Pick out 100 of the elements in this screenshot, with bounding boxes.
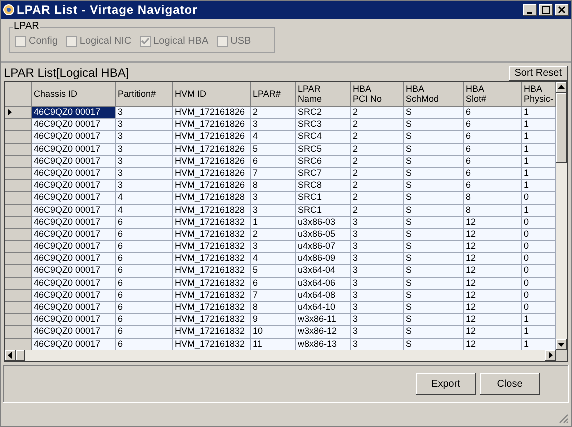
table-cell: 3 (351, 290, 404, 302)
table-cell: 3 (351, 326, 404, 339)
scroll-left-button[interactable] (5, 350, 16, 361)
scroll-thumb[interactable] (16, 350, 25, 361)
table-cell: SRC1 (296, 204, 351, 217)
minimize-icon[interactable] (523, 4, 537, 16)
table-cell: 0 (522, 192, 556, 204)
table-cell: 2 (351, 192, 404, 204)
resize-grip-icon (559, 414, 569, 424)
horizontal-scrollbar[interactable] (5, 350, 556, 361)
table-cell: SRC5 (296, 144, 351, 156)
table-cell: HVM_172161832 (173, 290, 251, 302)
check-icon (140, 37, 150, 46)
table-cell: 3 (116, 119, 173, 132)
table-cell: 4 (116, 192, 173, 204)
table-cell: 46C9QZ0 00017 (32, 302, 116, 314)
table-cell: 46C9QZ0 00017 (32, 278, 116, 290)
table-cell: 0 (522, 241, 556, 254)
table-cell: 46C9QZ0 00017 (32, 180, 116, 192)
table-cell: HVM_172161832 (173, 278, 251, 290)
table-cell: HVM_172161832 (173, 326, 251, 339)
table-cell: 46C9QZ0 00017 (32, 216, 116, 229)
table-cell: 1 (522, 144, 556, 156)
table-cell: 6 (116, 314, 173, 326)
vertical-scrollbar[interactable] (556, 82, 567, 350)
close-button[interactable]: Close (480, 373, 540, 395)
sort-reset-button[interactable]: Sort Reset (508, 66, 568, 81)
row-header[interactable] (5, 107, 32, 120)
table-cell: 11 (251, 338, 296, 350)
table-cell: w8x86-13 (296, 338, 351, 350)
table-cell: SRC7 (296, 168, 351, 180)
table-cell: u3x64-04 (296, 265, 351, 278)
table-cell: 6 (116, 253, 173, 266)
table-cell: 46C9QZ0 00017 (32, 290, 116, 302)
table-cell: SRC4 (296, 131, 351, 144)
table-cell: 6 (116, 241, 173, 254)
table-cell: u4x64-10 (296, 302, 351, 314)
table-cell: 0 (522, 278, 556, 290)
table-cell: HVM_172161826 (173, 180, 251, 192)
scroll-down-button[interactable] (556, 339, 567, 350)
table-cell: S (404, 253, 464, 266)
table-cell: HVM_172161832 (173, 314, 251, 326)
table-cell: 12 (464, 253, 522, 266)
table-cell: 46C9QZ0 00017 (32, 168, 116, 180)
table-cell: HVM_172161826 (173, 144, 251, 156)
list-title: LPAR List[Logical HBA] (4, 66, 130, 81)
down-arrow-icon (557, 340, 566, 349)
table-cell: 46C9QZ0 00017 (32, 192, 116, 204)
table-cell: S (404, 290, 464, 302)
table-cell: HVM_172161832 (173, 265, 251, 278)
table-cell: 6 (251, 278, 296, 290)
table-cell: 12 (464, 241, 522, 254)
table-cell: S (404, 144, 464, 156)
app-icon (3, 4, 15, 16)
table-cell: 46C9QZ0 00017 (32, 228, 116, 242)
table-cell: 0 (522, 290, 556, 302)
table-cell: S (404, 168, 464, 180)
table-cell: 6 (464, 180, 522, 192)
checkbox-label: USB (230, 35, 252, 49)
table-cell: 2 (351, 119, 404, 132)
window-title: LPAR List - Virtage Navigator (17, 2, 199, 19)
table-cell: u3x86-05 (296, 228, 351, 242)
table-cell: 3 (351, 241, 404, 254)
table-cell: 46C9QZ0 00017 (32, 156, 116, 168)
table-cell: 0 (522, 216, 556, 229)
table-cell: 3 (351, 302, 404, 314)
maximize-icon[interactable] (539, 4, 553, 16)
table-cell: 46C9QZ0 00017 (32, 131, 116, 144)
table-cell: 6 (116, 265, 173, 278)
table-cell: 3 (251, 241, 296, 254)
table-cell: 1 (522, 314, 556, 326)
table-cell: 3 (116, 107, 173, 120)
close-icon[interactable] (555, 4, 569, 16)
table-cell: 12 (464, 228, 522, 242)
scroll-thumb[interactable] (556, 93, 567, 163)
scroll-up-button[interactable] (556, 82, 567, 93)
table-cell: 3 (116, 168, 173, 180)
table-cell: 1 (522, 168, 556, 180)
table-cell: 9 (251, 314, 296, 326)
up-arrow-icon (557, 83, 566, 92)
table-cell: S (404, 119, 464, 132)
table-cell: 2 (351, 180, 404, 192)
table-cell: 2 (351, 131, 404, 144)
table-cell: 3 (351, 278, 404, 290)
table-cell: 3 (351, 253, 404, 266)
table-cell: u3x86-03 (296, 216, 351, 229)
table-cell: w3x86-11 (296, 314, 351, 326)
table-cell: 7 (251, 290, 296, 302)
scroll-right-button[interactable] (545, 350, 556, 361)
table-cell: S (404, 180, 464, 192)
table-cell: 4 (116, 204, 173, 217)
table-cell: 46C9QZ0 00017 (32, 265, 116, 278)
table-cell: SRC6 (296, 156, 351, 168)
table-cell: S (404, 241, 464, 254)
table-cell: 12 (464, 290, 522, 302)
table-cell: HVM_172161828 (173, 192, 251, 204)
table-cell: u3x64-06 (296, 278, 351, 290)
export-button[interactable]: Export (416, 373, 476, 395)
table-cell: HVM_172161826 (173, 131, 251, 144)
table-cell: 2 (351, 168, 404, 180)
